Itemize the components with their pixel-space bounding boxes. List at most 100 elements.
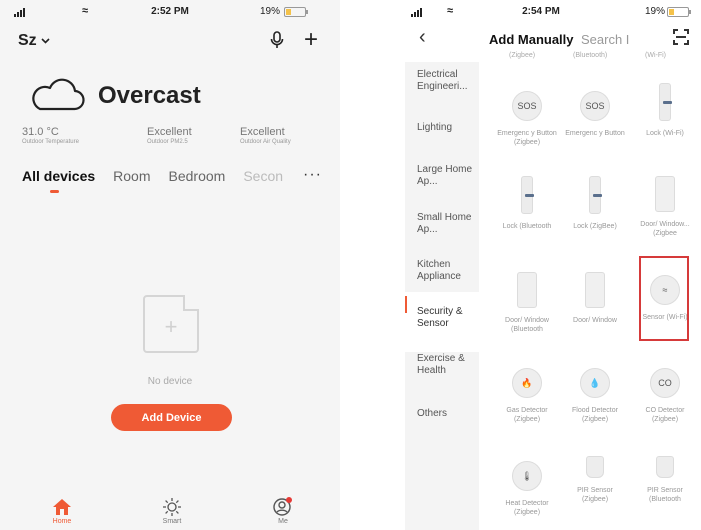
device-gas-detector[interactable]: 🔥 Gas Detector (Zigbee)	[497, 368, 557, 424]
status-bar: ≈ 2:54 PM 19%	[405, 0, 701, 24]
pir-sensor-icon	[656, 456, 674, 478]
device-pir-sensor-bluetooth[interactable]: PIR Sensor (Bluetooth	[635, 456, 695, 504]
status-time: 2:52 PM	[151, 6, 189, 17]
device-label: Lock (ZigBee)	[573, 223, 617, 230]
signal-icon	[14, 8, 25, 17]
category-large-home[interactable]: Large Home Ap...	[405, 164, 479, 188]
weather-condition: Overcast	[98, 82, 201, 109]
device-label: Lock (Wi-Fi)	[646, 130, 684, 137]
pm25-metric: Excellent Outdoor PM2.5	[147, 126, 192, 145]
device-label: Gas Detector (Zigbee)	[506, 407, 548, 423]
tab-bedroom[interactable]: Bedroom	[169, 168, 226, 184]
profile-icon	[253, 496, 313, 518]
chevron-down-icon	[41, 38, 50, 44]
tab-search[interactable]: Search I	[581, 32, 629, 47]
device-door-window[interactable]: Door/ Window	[565, 272, 625, 325]
water-drop-icon: 💧	[580, 368, 610, 398]
selected-device-highlight	[639, 256, 689, 341]
tab-add-manually[interactable]: Add Manually	[489, 32, 574, 47]
door-sensor-icon	[655, 176, 675, 212]
home-icon	[32, 496, 92, 518]
home-selector[interactable]: Sz	[18, 32, 50, 50]
device-emergency-button[interactable]: SOS Emergenc y Button	[565, 91, 625, 138]
cutoff-label: (Wi-Fi)	[645, 52, 666, 59]
temperature-value: 31.0 °C	[22, 126, 59, 138]
device-flood-detector[interactable]: 💧 Flood Detector (Zigbee)	[565, 368, 625, 424]
lock-icon	[589, 176, 602, 214]
nav-home-label: Home	[52, 518, 72, 525]
pm25-label: Outdoor PM2.5	[147, 139, 188, 145]
device-co-detector[interactable]: CO CO Detector (Zigbee)	[635, 368, 695, 424]
cloud-icon	[32, 78, 85, 111]
nav-me-label: Me	[278, 518, 288, 525]
category-kitchen[interactable]: Kitchen Appliance	[405, 259, 479, 283]
sos-icon: SOS	[512, 91, 542, 121]
temperature-label: Outdoor Temperature	[22, 139, 79, 145]
cutoff-label: (Bluetooth)	[573, 52, 608, 59]
empty-document-icon: +	[143, 295, 199, 353]
bottom-nav: Home Smart Me	[0, 492, 340, 530]
device-label: Emergenc y Button (Zigbee)	[497, 130, 557, 146]
temperature-metric: 31.0 °C Outdoor Temperature	[22, 126, 79, 145]
mic-icon[interactable]	[270, 31, 284, 54]
status-time: 2:54 PM	[522, 6, 560, 17]
thermometer-icon: 🌡	[512, 461, 542, 491]
device-label: CO Detector (Zigbee)	[645, 407, 685, 423]
category-exercise-health[interactable]: Exercise & Health	[405, 353, 479, 377]
nav-home[interactable]: Home	[32, 496, 92, 525]
home-name: Sz	[18, 32, 37, 49]
air-quality-value: Excellent	[240, 126, 285, 138]
status-bar: ≈ 2:52 PM 19%	[0, 0, 340, 24]
category-small-home[interactable]: Small Home Ap...	[405, 212, 479, 236]
device-label: Emergenc y Button	[565, 130, 625, 137]
category-electrical[interactable]: Electrical Engineeri...	[405, 69, 479, 93]
cutoff-label: (Zigbee)	[509, 52, 536, 59]
empty-state-text: No device	[147, 376, 193, 387]
device-door-window-zigbee[interactable]: Door/ Window... (Zigbee	[635, 176, 695, 238]
scan-icon[interactable]	[673, 29, 689, 45]
device-lock-wifi[interactable]: Lock (Wi-Fi)	[635, 83, 695, 138]
sos-icon: SOS	[580, 91, 610, 121]
add-device-screen: ≈ 2:54 PM 19% ‹ Add Manually Search I El…	[405, 0, 701, 530]
add-icon[interactable]: +	[304, 26, 318, 54]
device-label: Door/ Window (Bluetooth	[505, 317, 549, 333]
category-security-sensor[interactable]: Security & Sensor	[405, 292, 479, 352]
category-lighting[interactable]: Lighting	[405, 122, 479, 134]
tab-room[interactable]: Room	[113, 168, 150, 184]
door-sensor-icon	[585, 272, 605, 308]
device-label: Flood Detector (Zigbee)	[572, 407, 618, 423]
category-others[interactable]: Others	[405, 408, 479, 420]
co-icon: CO	[650, 368, 680, 398]
door-sensor-icon	[517, 272, 537, 308]
device-lock-zigbee[interactable]: Lock (ZigBee)	[565, 176, 625, 231]
room-tabs: All devices Room Bedroom Secon	[22, 168, 283, 193]
battery-percent: 19%	[260, 6, 281, 17]
tab-second[interactable]: Secon	[243, 168, 283, 184]
flame-icon: 🔥	[512, 368, 542, 398]
device-door-window-bluetooth[interactable]: Door/ Window (Bluetooth	[497, 272, 557, 334]
battery-percent: 19%	[645, 6, 666, 17]
add-device-button[interactable]: Add Device	[111, 404, 232, 431]
home-screen: ≈ 2:52 PM 19% Sz + Overcast 31.0 °C Outd…	[0, 0, 340, 530]
nav-me[interactable]: Me	[253, 496, 313, 525]
tab-all-devices[interactable]: All devices	[22, 168, 95, 193]
device-label: PIR Sensor (Zigbee)	[577, 487, 613, 503]
lock-icon	[521, 176, 534, 214]
device-label: Door/ Window... (Zigbee	[640, 221, 690, 237]
device-emergency-button-zigbee[interactable]: SOS Emergenc y Button (Zigbee)	[497, 91, 557, 147]
device-label: PIR Sensor (Bluetooth	[647, 487, 683, 503]
device-pir-sensor-zigbee[interactable]: PIR Sensor (Zigbee)	[565, 456, 625, 504]
lock-icon	[659, 83, 672, 121]
back-arrow-icon[interactable]: ‹	[419, 26, 426, 49]
air-quality-label: Outdoor Air Quality	[240, 139, 291, 145]
device-label: Heat Detector (Zigbee)	[505, 500, 549, 516]
battery-icon	[667, 7, 691, 17]
more-tabs-icon[interactable]: ···	[303, 166, 322, 184]
pm25-value: Excellent	[147, 126, 192, 138]
device-lock-bluetooth[interactable]: Lock (Bluetooth	[497, 176, 557, 231]
nav-smart[interactable]: Smart	[142, 496, 202, 525]
device-heat-detector[interactable]: 🌡 Heat Detector (Zigbee)	[497, 461, 557, 517]
sun-icon	[142, 496, 202, 518]
category-sidebar: Electrical Engineeri... Lighting Large H…	[405, 62, 479, 530]
air-quality-metric: Excellent Outdoor Air Quality	[240, 126, 291, 145]
